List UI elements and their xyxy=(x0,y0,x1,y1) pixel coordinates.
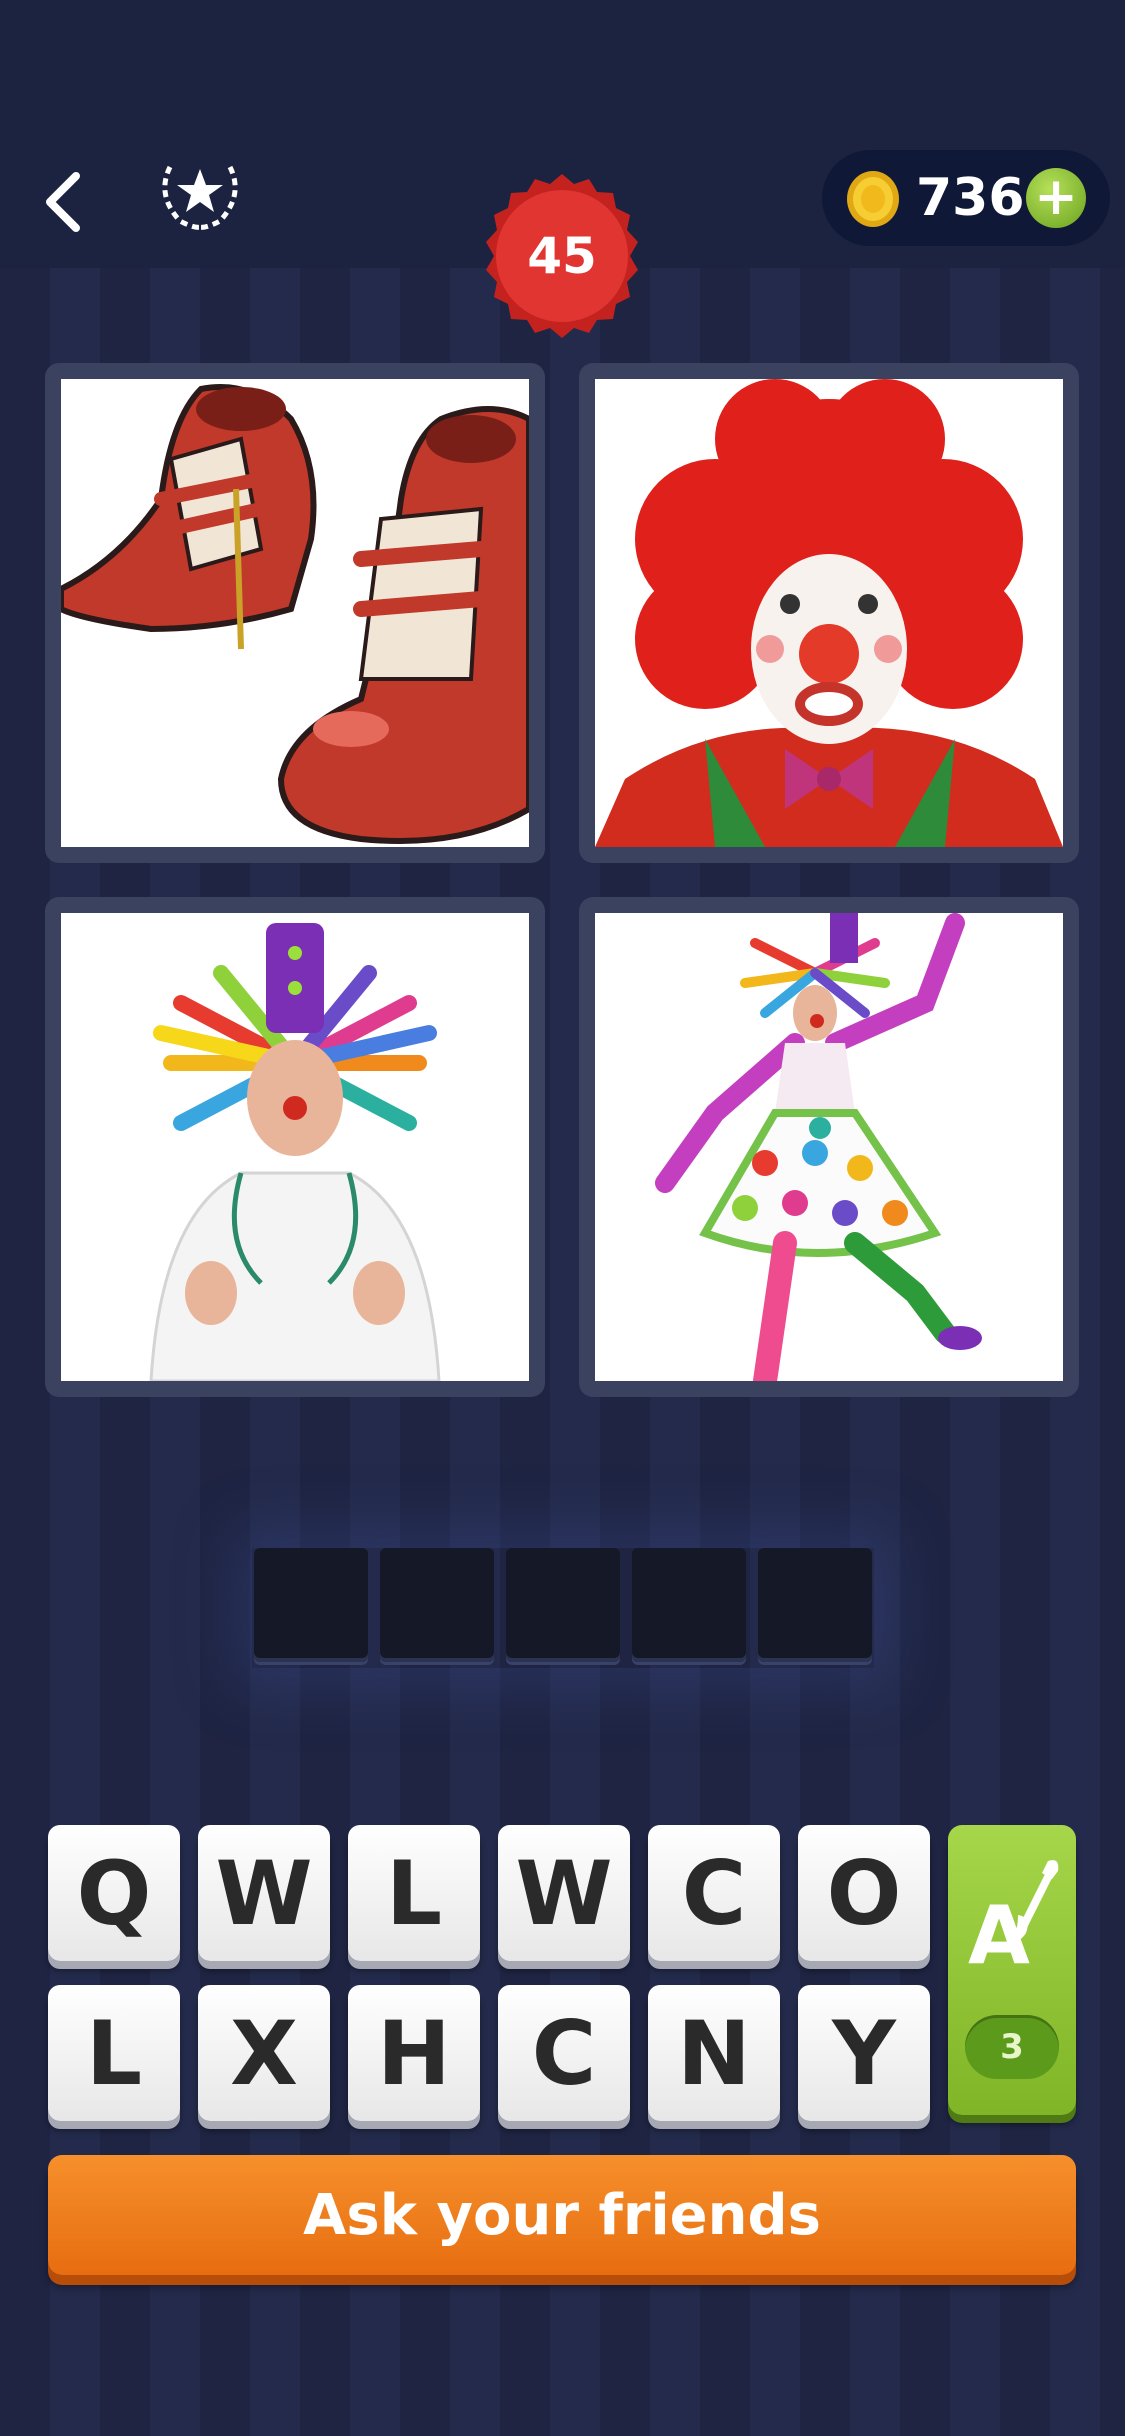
chevron-left-icon xyxy=(42,172,82,232)
answer-slots xyxy=(252,1548,874,1668)
laurel-star-icon xyxy=(150,155,250,235)
answer-slot[interactable] xyxy=(758,1548,872,1662)
hint-button[interactable]: A 3 xyxy=(948,1825,1076,2115)
answer-slot[interactable] xyxy=(506,1548,620,1662)
picture-tile-1[interactable] xyxy=(45,363,545,863)
coin-icon xyxy=(844,170,902,228)
picture-tile-2[interactable] xyxy=(579,363,1079,863)
back-button[interactable] xyxy=(32,162,92,242)
picture-tile-4[interactable] xyxy=(579,897,1079,1397)
letter-key[interactable]: W xyxy=(198,1825,330,1961)
coin-balance[interactable]: 736 + xyxy=(822,150,1110,246)
clown-red-wig-photo xyxy=(595,379,1063,847)
letter-key[interactable]: C xyxy=(498,1985,630,2121)
letter-key[interactable]: O xyxy=(798,1825,930,1961)
picture-tile-3[interactable] xyxy=(45,897,545,1397)
letter-key[interactable]: H xyxy=(348,1985,480,2121)
letter-key[interactable]: N xyxy=(648,1985,780,2121)
ask-friends-button[interactable]: Ask your friends xyxy=(48,2155,1076,2275)
hint-count-badge: 3 xyxy=(965,2015,1059,2079)
letter-key[interactable]: C xyxy=(648,1825,780,1961)
answer-slot[interactable] xyxy=(254,1548,368,1662)
clown-dress-jumping-photo xyxy=(595,913,1063,1381)
letter-key[interactable]: X xyxy=(198,1985,330,2121)
letter-key[interactable]: Y xyxy=(798,1985,930,2121)
level-number: 45 xyxy=(527,227,597,285)
letter-brush-icon: A xyxy=(962,1855,1062,2009)
letter-key[interactable]: L xyxy=(348,1825,480,1961)
add-coins-button[interactable]: + xyxy=(1026,168,1086,228)
achievements-button[interactable] xyxy=(150,155,250,235)
letter-key[interactable]: Q xyxy=(48,1825,180,1961)
clown-doctor-photo xyxy=(61,913,529,1381)
clown-shoes-illustration xyxy=(61,379,529,847)
answer-slot[interactable] xyxy=(632,1548,746,1662)
coin-count: 736 xyxy=(916,168,1025,228)
answer-slot[interactable] xyxy=(380,1548,494,1662)
level-badge: 45 xyxy=(476,170,648,342)
letter-key[interactable]: L xyxy=(48,1985,180,2121)
letter-key[interactable]: W xyxy=(498,1825,630,1961)
